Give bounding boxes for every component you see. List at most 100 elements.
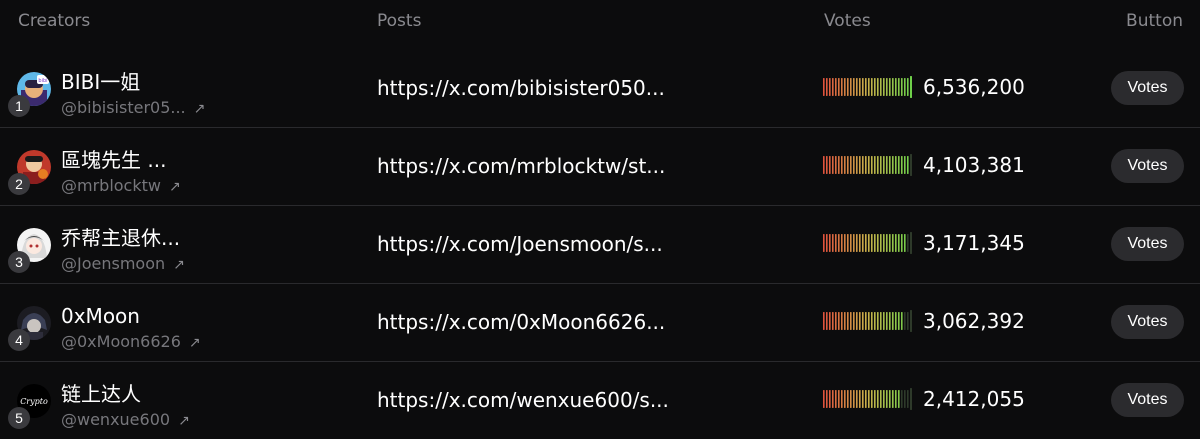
rank-badge: 5 xyxy=(8,407,30,429)
vote-bar-tick xyxy=(898,156,900,174)
vote-bar-tick xyxy=(886,156,888,174)
creator-handle: @wenxue600 xyxy=(61,410,171,429)
vote-strength-bars xyxy=(823,76,915,98)
vote-bar-tick xyxy=(895,312,897,330)
vote-bar-tick xyxy=(901,156,903,174)
vote-bar-tick xyxy=(886,234,888,252)
external-link-arrow-icon[interactable]: ↗ xyxy=(178,411,190,431)
vote-bar-tick xyxy=(895,156,897,174)
vote-bar-tick xyxy=(874,312,876,330)
vote-button[interactable]: Votes xyxy=(1111,149,1184,183)
rank-badge: 3 xyxy=(8,251,30,273)
vote-button[interactable]: Votes xyxy=(1111,383,1184,417)
creator-handle-link[interactable]: @mrblocktw ↗ xyxy=(61,176,181,197)
vote-bar-tick xyxy=(877,156,879,174)
post-link[interactable]: https://x.com/0xMoon6626... xyxy=(377,310,665,334)
post-link[interactable]: https://x.com/Joensmoon/s... xyxy=(377,232,663,256)
vote-bar-tick xyxy=(910,310,912,332)
vote-bar-tick xyxy=(850,78,852,96)
vote-bar-tick xyxy=(856,234,858,252)
vote-bar-tick xyxy=(850,156,852,174)
vote-bar-tick xyxy=(883,156,885,174)
vote-bar-tick xyxy=(826,234,828,252)
creator-name: 链上达人 xyxy=(61,382,141,406)
creator-handle-link[interactable]: @0xMoon6626 ↗ xyxy=(61,332,201,353)
vote-bar-tick xyxy=(892,312,894,330)
vote-bar-tick xyxy=(907,78,909,96)
vote-bar-tick xyxy=(838,312,840,330)
vote-strength-bars xyxy=(823,388,915,410)
creators-leaderboard-table: Creators Posts Votes Button bibi 1 BIBI一… xyxy=(0,0,1200,439)
vote-bar-tick xyxy=(823,78,825,96)
vote-bar-tick xyxy=(877,78,879,96)
vote-bar-tick xyxy=(904,78,906,96)
vote-bar-tick xyxy=(910,76,912,98)
vote-bar-tick xyxy=(847,156,849,174)
external-link-arrow-icon[interactable]: ↗ xyxy=(194,99,206,119)
vote-bar-tick xyxy=(892,78,894,96)
rank-badge: 2 xyxy=(8,173,30,195)
vote-bar-tick xyxy=(859,78,861,96)
vote-bar-tick xyxy=(874,390,876,408)
vote-bar-tick xyxy=(880,312,882,330)
vote-bar-tick xyxy=(832,390,834,408)
post-link[interactable]: https://x.com/mrblocktw/st... xyxy=(377,154,665,178)
post-link[interactable]: https://x.com/bibisister050... xyxy=(377,76,665,100)
creator-handle-link[interactable]: @Joensmoon ↗ xyxy=(61,254,185,275)
votes-count: 6,536,200 xyxy=(923,75,1025,99)
votes-count: 3,171,345 xyxy=(923,231,1025,255)
vote-bar-tick xyxy=(841,312,843,330)
vote-bar-tick xyxy=(898,234,900,252)
vote-bar-tick xyxy=(889,78,891,96)
external-link-arrow-icon[interactable]: ↗ xyxy=(189,333,201,353)
vote-bar-tick xyxy=(832,78,834,96)
vote-bar-tick xyxy=(856,390,858,408)
table-row: 2 區塊先生 ... @mrblocktw ↗ https://x.com/mrb… xyxy=(0,127,1200,206)
vote-bar-tick xyxy=(880,234,882,252)
vote-bar-tick xyxy=(907,390,909,408)
vote-bar-tick xyxy=(880,390,882,408)
vote-bar-tick xyxy=(844,78,846,96)
vote-strength-bars xyxy=(823,310,915,332)
table-header: Creators Posts Votes Button xyxy=(0,0,1200,40)
vote-bar-tick xyxy=(853,312,855,330)
vote-bar-tick xyxy=(844,234,846,252)
header-creators: Creators xyxy=(18,11,91,31)
vote-bar-tick xyxy=(835,156,837,174)
vote-bar-tick xyxy=(862,390,864,408)
post-link[interactable]: https://x.com/wenxue600/s... xyxy=(377,388,669,412)
vote-bar-tick xyxy=(889,234,891,252)
vote-bar-tick xyxy=(835,390,837,408)
vote-bar-tick xyxy=(829,390,831,408)
vote-bar-tick xyxy=(838,78,840,96)
creator-handle-link[interactable]: @bibisister05... ↗ xyxy=(61,98,205,119)
vote-bar-tick xyxy=(898,390,900,408)
vote-bar-tick xyxy=(853,390,855,408)
external-link-arrow-icon[interactable]: ↗ xyxy=(169,177,181,197)
vote-button[interactable]: Votes xyxy=(1111,71,1184,105)
vote-bar-tick xyxy=(871,312,873,330)
creator-handle: @bibisister05... xyxy=(61,98,186,117)
vote-bars-svg xyxy=(823,76,912,98)
table-row: bibi 1 BIBI一姐 @bibisister05... ↗ https://… xyxy=(0,49,1200,128)
vote-bar-tick xyxy=(865,156,867,174)
external-link-arrow-icon[interactable]: ↗ xyxy=(173,255,185,275)
vote-bar-tick xyxy=(835,78,837,96)
vote-bar-tick xyxy=(853,78,855,96)
vote-bars-svg xyxy=(823,310,912,332)
vote-button[interactable]: Votes xyxy=(1111,227,1184,261)
vote-bar-tick xyxy=(874,234,876,252)
vote-bar-tick xyxy=(862,156,864,174)
vote-bar-tick xyxy=(871,78,873,96)
vote-bar-tick xyxy=(844,312,846,330)
vote-bar-tick xyxy=(859,312,861,330)
vote-bar-tick xyxy=(856,312,858,330)
vote-bar-tick xyxy=(883,234,885,252)
votes-count: 4,103,381 xyxy=(923,153,1025,177)
vote-bar-tick xyxy=(826,390,828,408)
vote-button[interactable]: Votes xyxy=(1111,305,1184,339)
vote-bar-tick xyxy=(832,312,834,330)
vote-bar-tick xyxy=(868,312,870,330)
vote-bar-tick xyxy=(886,78,888,96)
creator-handle-link[interactable]: @wenxue600 ↗ xyxy=(61,410,190,431)
